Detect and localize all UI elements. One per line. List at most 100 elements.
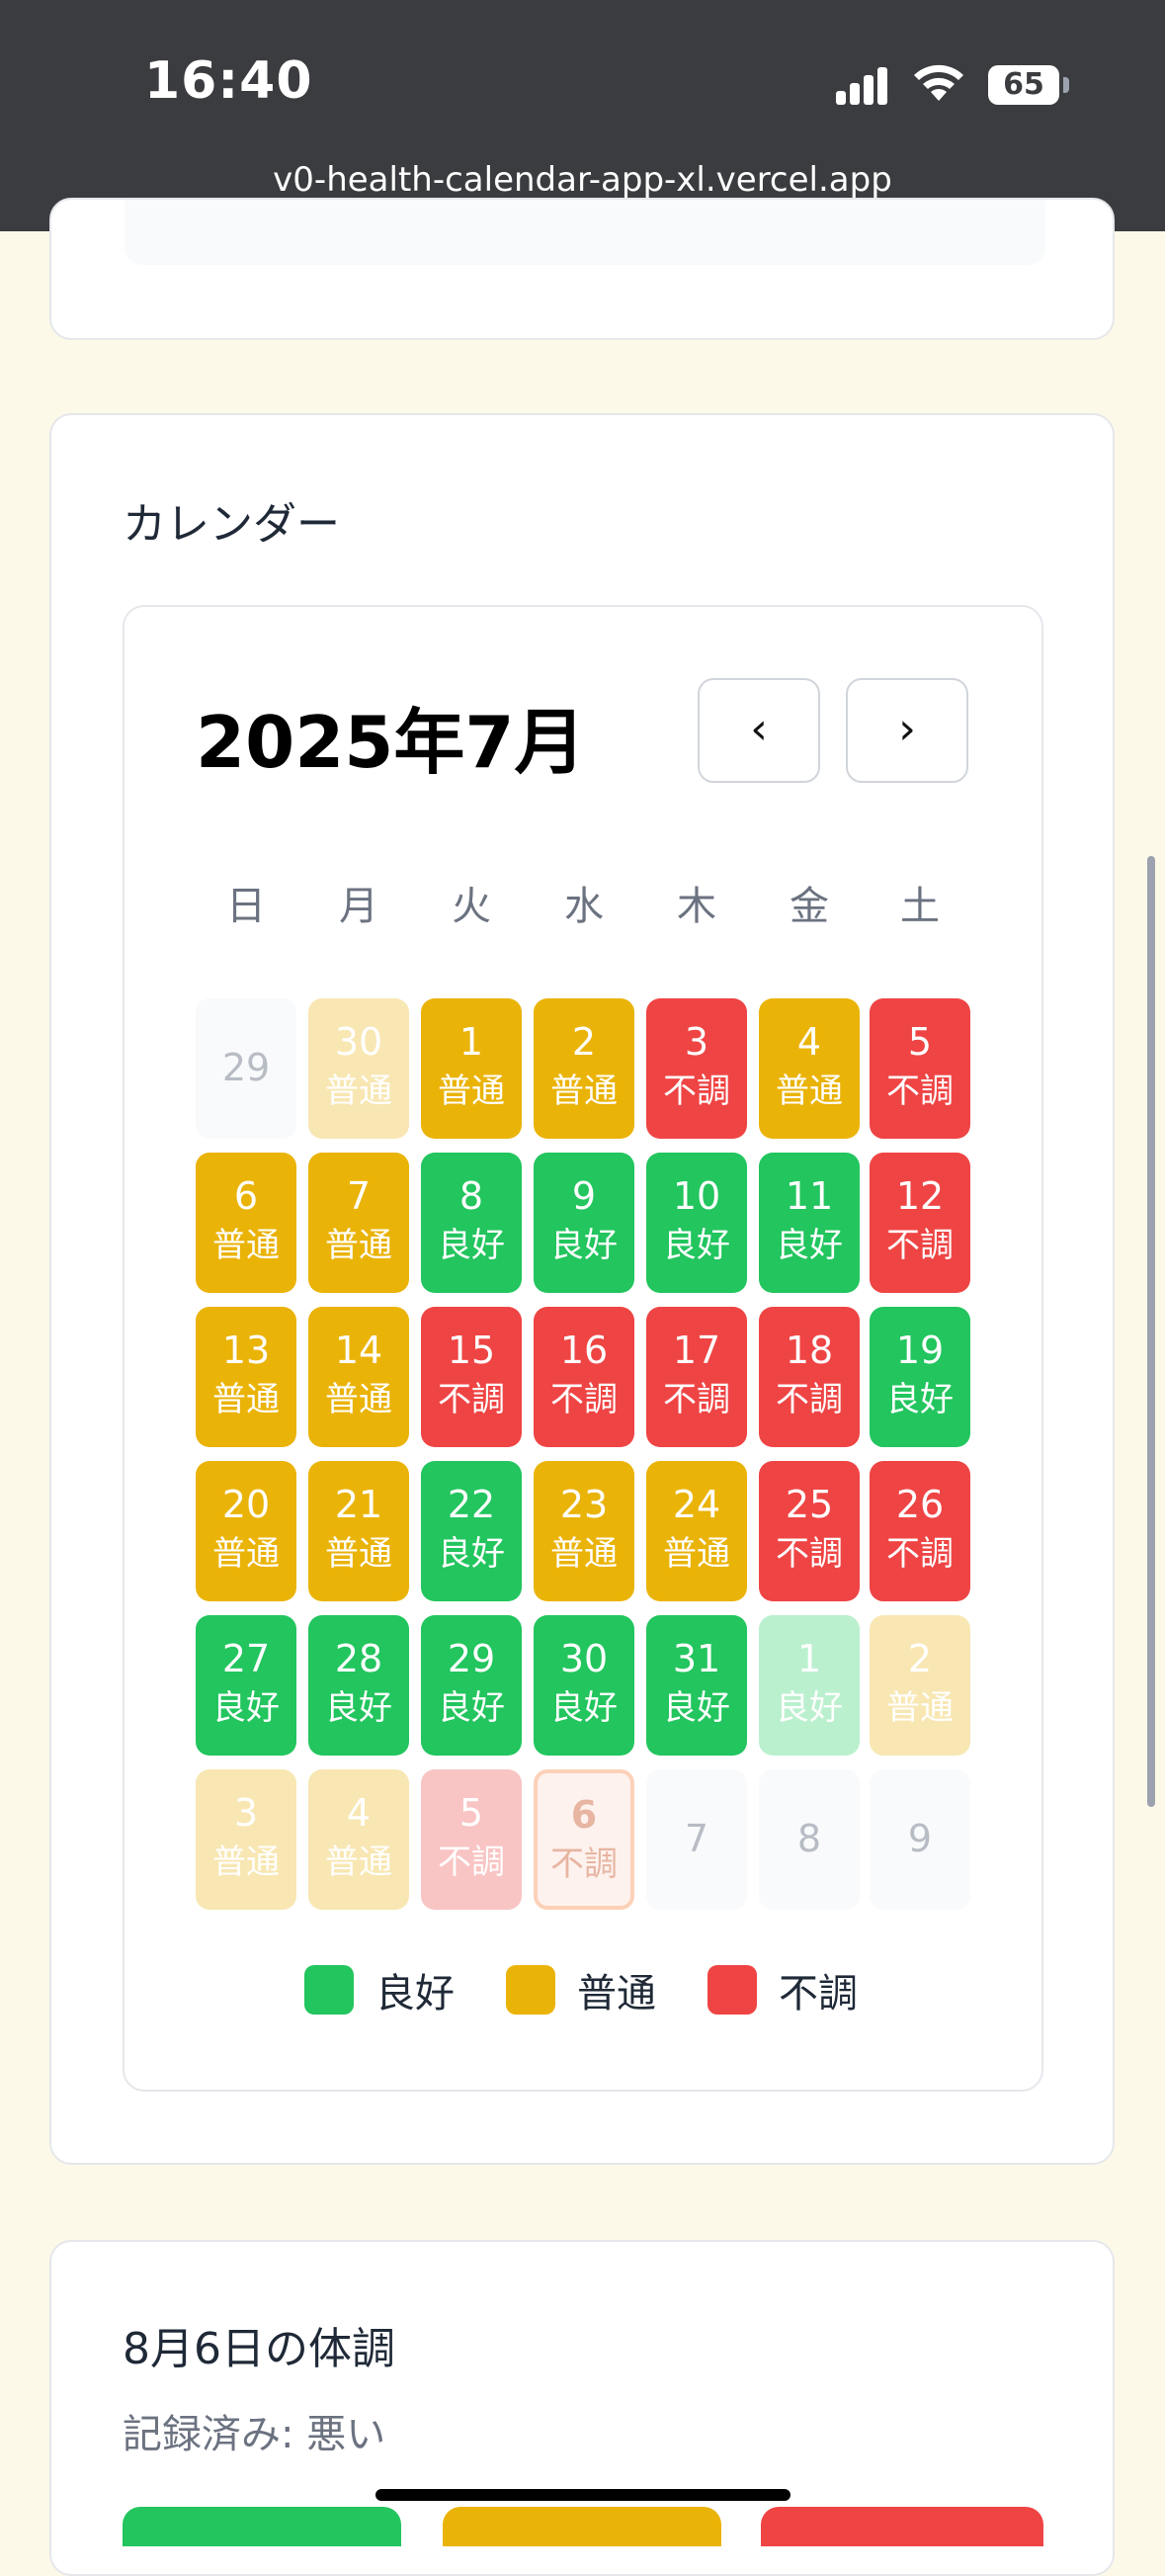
wifi-icon bbox=[914, 64, 963, 101]
calendar-day[interactable]: 9 良好 bbox=[534, 1153, 634, 1293]
day-status: 良好 bbox=[886, 1380, 954, 1419]
calendar-day[interactable]: 5 不調 bbox=[870, 998, 970, 1139]
day-number: 24 bbox=[672, 1483, 721, 1526]
day-number: 30 bbox=[559, 1637, 609, 1680]
day-status: 普通 bbox=[663, 1534, 730, 1574]
day-status: 不調 bbox=[550, 1380, 618, 1419]
calendar-section-title: カレンダー bbox=[123, 499, 340, 550]
day-number: 29 bbox=[221, 1046, 271, 1089]
day-status: 良好 bbox=[438, 1688, 505, 1728]
next-month-button[interactable]: › bbox=[846, 678, 968, 783]
day-status: 普通 bbox=[776, 1072, 843, 1111]
calendar-day[interactable]: 7 普通 bbox=[308, 1153, 409, 1293]
calendar-day[interactable]: 8 bbox=[759, 1769, 860, 1910]
day-number: 4 bbox=[796, 1020, 822, 1064]
calendar-day[interactable]: 13 普通 bbox=[196, 1307, 296, 1447]
calendar-day[interactable]: 25 不調 bbox=[759, 1461, 860, 1601]
calendar-day[interactable]: 8 良好 bbox=[421, 1153, 522, 1293]
home-indicator bbox=[375, 2489, 791, 2501]
calendar-day[interactable]: 9 bbox=[870, 1769, 970, 1910]
day-status: 不調 bbox=[438, 1843, 505, 1882]
calendar-day[interactable]: 15 不調 bbox=[421, 1307, 522, 1447]
calendar-day[interactable]: 3 普通 bbox=[196, 1769, 296, 1910]
day-number: 26 bbox=[895, 1483, 945, 1526]
battery-tip bbox=[1063, 77, 1069, 93]
day-number: 25 bbox=[785, 1483, 834, 1526]
calendar-day[interactable]: 28 良好 bbox=[308, 1615, 409, 1756]
bad-button[interactable] bbox=[761, 2507, 1043, 2546]
calendar-day[interactable]: 17 不調 bbox=[646, 1307, 747, 1447]
calendar-day[interactable]: 6 普通 bbox=[196, 1153, 296, 1293]
calendar-day[interactable]: 7 bbox=[646, 1769, 747, 1910]
prev-month-button[interactable]: ‹ bbox=[698, 678, 820, 783]
legend-item: 普通 bbox=[506, 1961, 656, 2017]
calendar-day[interactable]: 19 良好 bbox=[870, 1307, 970, 1447]
day-status: 良好 bbox=[550, 1226, 618, 1265]
normal-button[interactable] bbox=[443, 2507, 721, 2546]
day-status: 不調 bbox=[886, 1226, 954, 1265]
day-number: 21 bbox=[334, 1483, 383, 1526]
weekday-header: 月 bbox=[339, 884, 378, 929]
day-number: 10 bbox=[672, 1174, 721, 1218]
calendar-day[interactable]: 18 不調 bbox=[759, 1307, 860, 1447]
day-number: 8 bbox=[796, 1817, 822, 1860]
calendar-day[interactable]: 10 良好 bbox=[646, 1153, 747, 1293]
calendar-day[interactable]: 4 普通 bbox=[759, 998, 860, 1139]
day-status: 普通 bbox=[438, 1072, 505, 1111]
day-number: 17 bbox=[672, 1329, 721, 1372]
weekday-header: 木 bbox=[677, 884, 716, 929]
day-detail-title: 8月6日の体調 bbox=[123, 2324, 395, 2374]
day-status: 不調 bbox=[663, 1072, 730, 1111]
calendar-day[interactable]: 1 普通 bbox=[421, 998, 522, 1139]
calendar-day[interactable]: 2 普通 bbox=[534, 998, 634, 1139]
calendar-day[interactable]: 24 普通 bbox=[646, 1461, 747, 1601]
previous-card bbox=[49, 198, 1115, 340]
day-number: 1 bbox=[458, 1020, 484, 1064]
calendar-day[interactable]: 1 良好 bbox=[759, 1615, 860, 1756]
calendar-day[interactable]: 21 普通 bbox=[308, 1461, 409, 1601]
day-status: 良好 bbox=[776, 1226, 843, 1265]
calendar-day[interactable]: 27 良好 bbox=[196, 1615, 296, 1756]
day-status: 不調 bbox=[438, 1380, 505, 1419]
calendar-day[interactable]: 29 bbox=[196, 998, 296, 1139]
calendar-day[interactable]: 26 不調 bbox=[870, 1461, 970, 1601]
weekday-header: 土 bbox=[900, 884, 940, 929]
day-status: 普通 bbox=[325, 1380, 392, 1419]
day-number: 18 bbox=[785, 1329, 834, 1372]
scrollbar[interactable] bbox=[1147, 856, 1155, 1807]
calendar-day[interactable]: 5 不調 bbox=[421, 1769, 522, 1910]
calendar-day[interactable]: 22 良好 bbox=[421, 1461, 522, 1601]
day-status: 不調 bbox=[886, 1072, 954, 1111]
day-number: 2 bbox=[571, 1020, 597, 1064]
day-status: 良好 bbox=[550, 1688, 618, 1728]
day-status: 普通 bbox=[550, 1534, 618, 1574]
calendar-day[interactable]: 30 良好 bbox=[534, 1615, 634, 1756]
legend-label: 良好 bbox=[375, 1971, 455, 2017]
cellular-signal-icon bbox=[836, 65, 895, 105]
day-number: 13 bbox=[221, 1329, 271, 1372]
calendar-day-today[interactable]: 6 不調 bbox=[534, 1769, 634, 1910]
calendar-day[interactable]: 4 普通 bbox=[308, 1769, 409, 1910]
day-status: 不調 bbox=[550, 1845, 618, 1884]
calendar-day[interactable]: 29 良好 bbox=[421, 1615, 522, 1756]
legend-swatch bbox=[304, 1965, 354, 2015]
calendar-day[interactable]: 30 普通 bbox=[308, 998, 409, 1139]
day-status: 良好 bbox=[438, 1534, 505, 1574]
calendar-day[interactable]: 31 良好 bbox=[646, 1615, 747, 1756]
calendar-day[interactable]: 20 普通 bbox=[196, 1461, 296, 1601]
month-label: 2025年7月 bbox=[196, 701, 586, 784]
url-bar[interactable]: v0-health-calendar-app-xl.vercel.app bbox=[0, 160, 1165, 200]
calendar-day[interactable]: 2 普通 bbox=[870, 1615, 970, 1756]
calendar-day[interactable]: 14 普通 bbox=[308, 1307, 409, 1447]
calendar-day[interactable]: 16 不調 bbox=[534, 1307, 634, 1447]
good-button[interactable] bbox=[123, 2507, 401, 2546]
day-number: 15 bbox=[447, 1329, 496, 1372]
day-status: 普通 bbox=[325, 1843, 392, 1882]
day-number: 28 bbox=[334, 1637, 383, 1680]
calendar-day[interactable]: 12 不調 bbox=[870, 1153, 970, 1293]
calendar-day[interactable]: 23 普通 bbox=[534, 1461, 634, 1601]
day-status: 普通 bbox=[212, 1534, 280, 1574]
calendar-day[interactable]: 3 不調 bbox=[646, 998, 747, 1139]
calendar-day[interactable]: 11 良好 bbox=[759, 1153, 860, 1293]
day-status: 良好 bbox=[776, 1688, 843, 1728]
